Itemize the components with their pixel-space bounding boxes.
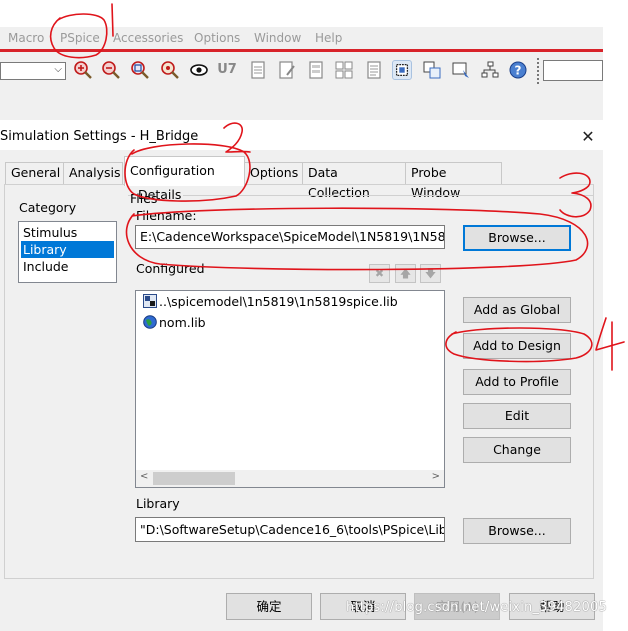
zoom-in-icon[interactable] [73, 60, 93, 80]
scroll-right-icon[interactable]: > [432, 471, 440, 482]
category-label: Category [19, 200, 77, 215]
menu-bar: Macro PSpice Accessories Options Window … [0, 27, 603, 50]
edit-button[interactable]: Edit [463, 403, 571, 429]
toolbar-separator [537, 58, 542, 84]
watermark: https://blog.csdn.net/weixin_39482005 [346, 600, 607, 615]
u7-icon[interactable]: U7 [217, 60, 237, 80]
library-file-icon [143, 294, 157, 308]
configured-label: Configured [136, 261, 205, 276]
netlist-icon[interactable] [480, 60, 500, 80]
globe-icon [143, 315, 157, 329]
toolbar-input[interactable] [543, 60, 603, 81]
library-path-input[interactable]: "D:\SoftwareSetup\Cadence16_6\tools\PSpi… [135, 517, 445, 542]
category-list[interactable]: Stimulus Library Include [18, 221, 117, 283]
svg-text:?: ? [515, 64, 522, 78]
delete-icon[interactable]: ✖ [369, 264, 390, 283]
browse-filename-button[interactable]: Browse... [463, 225, 571, 251]
filename-input[interactable]: E:\CadenceWorkspace\SpiceModel\1N5819\1N… [135, 225, 445, 249]
tab-probe-window[interactable]: Probe Window [405, 162, 502, 200]
scroll-left-icon[interactable]: < [140, 471, 148, 482]
ok-button[interactable]: 确定 [226, 593, 312, 620]
configured-item[interactable]: nom.lib [143, 314, 206, 332]
help-icon[interactable]: ? [508, 60, 528, 80]
configured-list[interactable]: ..\spicemodel\1n5819\1n5819spice.lib nom… [135, 290, 445, 488]
horizontal-scrollbar[interactable]: < > [136, 470, 444, 487]
add-as-global-button[interactable]: Add as Global [463, 297, 571, 323]
results-icon[interactable] [334, 60, 354, 80]
simulate-icon[interactable] [306, 60, 326, 80]
toolbar-area [0, 90, 603, 120]
tab-configuration-files[interactable]: Configuration Files [124, 156, 245, 206]
view-icon[interactable] [189, 60, 209, 80]
menu-options[interactable]: Options [194, 31, 240, 45]
configured-item-label: nom.lib [159, 315, 206, 330]
zoom-area-icon[interactable] [130, 60, 150, 80]
marker-voltage-icon[interactable] [392, 60, 412, 80]
library-label: Library [136, 496, 180, 511]
zoom-out-icon[interactable] [101, 60, 121, 80]
category-stimulus[interactable]: Stimulus [21, 224, 114, 241]
output-file-icon[interactable] [364, 60, 384, 80]
chevron-down-icon: ⌵ [54, 64, 62, 75]
toolbar-combo[interactable]: ⌵ [0, 62, 66, 80]
move-down-icon[interactable]: 🡇 [420, 264, 441, 283]
tab-general[interactable]: General [5, 162, 64, 184]
close-icon[interactable]: ✕ [578, 128, 598, 146]
tab-data-collection[interactable]: Data Collection [302, 162, 406, 200]
new-profile-icon[interactable] [248, 60, 268, 80]
marker-current-icon[interactable] [422, 60, 442, 80]
browse-library-button[interactable]: Browse... [463, 518, 571, 544]
change-button[interactable]: Change [463, 437, 571, 463]
menu-help[interactable]: Help [315, 31, 342, 45]
marker-power-icon[interactable] [451, 60, 471, 80]
zoom-fit-icon[interactable] [160, 60, 180, 80]
add-to-design-button[interactable]: Add to Design [463, 333, 571, 359]
dialog-title: Simulation Settings - H_Bridge [0, 129, 199, 144]
menu-macro[interactable]: Macro [8, 31, 44, 45]
edit-profile-icon[interactable] [277, 60, 297, 80]
menu-accessories[interactable]: Accessories [113, 31, 183, 45]
menu-pspice[interactable]: PSpice [60, 31, 100, 45]
add-to-profile-button[interactable]: Add to Profile [463, 369, 571, 395]
move-up-icon[interactable]: 🡅 [395, 264, 416, 283]
menu-window[interactable]: Window [254, 31, 301, 45]
scroll-thumb[interactable] [153, 472, 235, 485]
details-groupbox [128, 195, 594, 197]
category-include[interactable]: Include [21, 258, 114, 275]
tab-options[interactable]: Options [244, 162, 303, 184]
configured-item-label: ..\spicemodel\1n5819\1n5819spice.lib [159, 294, 398, 309]
category-library[interactable]: Library [21, 241, 114, 258]
tab-analysis[interactable]: Analysis [63, 162, 123, 184]
configured-item[interactable]: ..\spicemodel\1n5819\1n5819spice.lib [143, 293, 398, 311]
dialog-titlebar: Simulation Settings - H_Bridge [0, 124, 603, 150]
